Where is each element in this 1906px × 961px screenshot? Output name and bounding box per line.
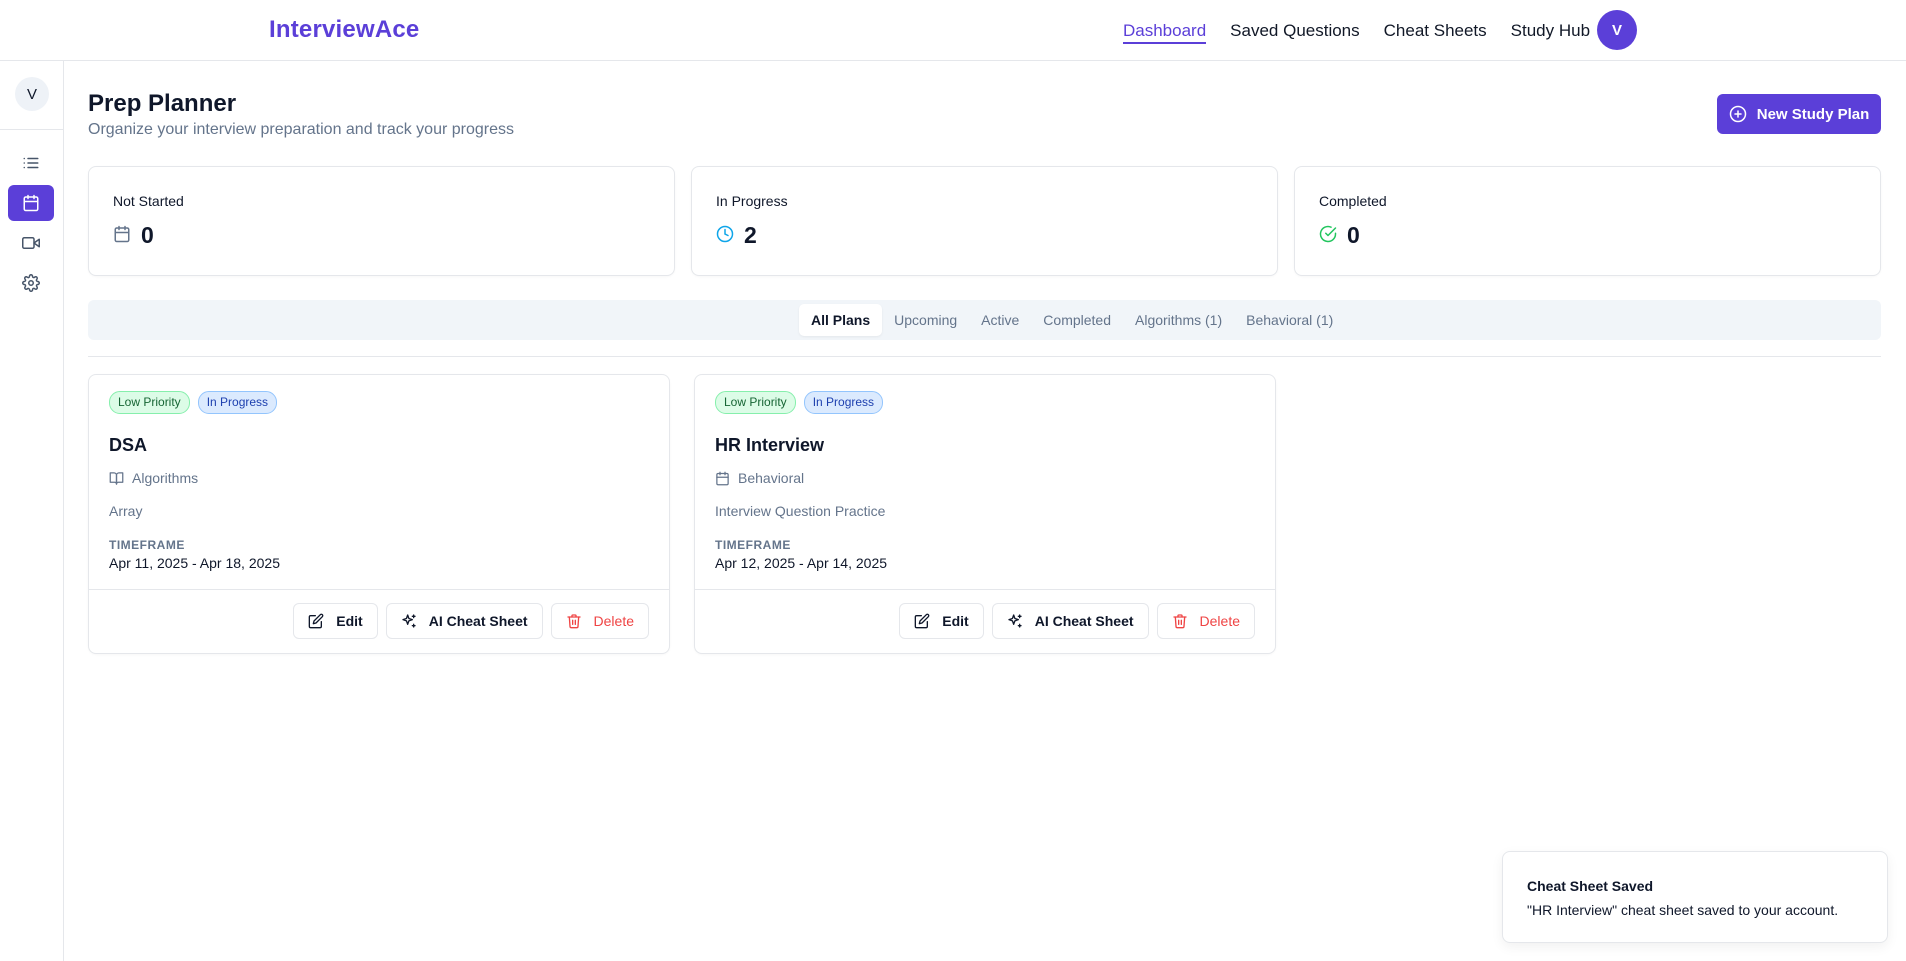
check-circle-icon <box>1319 225 1337 243</box>
card-divider <box>89 589 669 590</box>
plan-category: Behavioral <box>715 470 804 486</box>
sidebar-item-video[interactable] <box>8 225 54 261</box>
priority-badge: Low Priority <box>715 391 796 414</box>
page-subtitle: Organize your interview preparation and … <box>88 121 514 138</box>
delete-button[interactable]: Delete <box>550 603 649 639</box>
tab-active[interactable]: Active <box>969 304 1031 336</box>
status-badge: In Progress <box>803 391 884 414</box>
calendar-icon <box>114 225 130 243</box>
edit-icon <box>914 613 930 629</box>
plan-title: DSA <box>109 435 148 455</box>
ai-cheat-sheet-label: AI Cheat Sheet <box>428 613 528 629</box>
new-study-plan-label: New Study Plan <box>1756 105 1870 123</box>
edit-label: Edit <box>942 613 969 629</box>
plan-card-dsa: Low Priority In Progress DSA Algorithms … <box>88 374 670 654</box>
nav-link-study-hub[interactable]: Study Hub <box>1511 0 1590 61</box>
nav-link-dashboard[interactable]: Dashboard <box>1123 0 1207 61</box>
sidebar-avatar[interactable]: V <box>15 77 49 111</box>
tab-completed[interactable]: Completed <box>1031 304 1123 336</box>
stat-card-in-progress: In Progress 2 <box>691 166 1278 276</box>
edit-icon <box>308 613 324 629</box>
stat-value: 0 <box>141 222 154 248</box>
sidebar-item-planner[interactable] <box>8 185 54 221</box>
toast-notification[interactable]: Cheat Sheet Saved "HR Interview" cheat s… <box>1502 851 1888 943</box>
ai-cheat-sheet-button[interactable]: AI Cheat Sheet <box>385 603 543 639</box>
ai-cheat-sheet-button[interactable]: AI Cheat Sheet <box>991 603 1149 639</box>
stat-label: Not Started <box>113 193 184 209</box>
tabs-divider <box>88 356 1881 357</box>
calendar-icon <box>23 194 39 212</box>
delete-label: Delete <box>593 613 634 629</box>
trash-icon <box>566 614 581 629</box>
nav-link-saved-questions[interactable]: Saved Questions <box>1230 0 1359 61</box>
edit-button[interactable]: Edit <box>293 603 378 639</box>
tab-upcoming[interactable]: Upcoming <box>882 304 969 336</box>
tab-algorithms[interactable]: Algorithms (1) <box>1123 304 1234 336</box>
card-divider <box>695 589 1275 590</box>
tab-all-plans[interactable]: All Plans <box>799 304 883 336</box>
stat-card-not-started: Not Started 0 <box>88 166 675 276</box>
video-icon <box>22 237 40 249</box>
delete-button[interactable]: Delete <box>1156 603 1255 639</box>
delete-label: Delete <box>1199 613 1240 629</box>
nav-link-cheat-sheets[interactable]: Cheat Sheets <box>1384 0 1487 61</box>
plan-description: Array <box>109 503 143 519</box>
stat-label: Completed <box>1319 193 1387 209</box>
ai-cheat-sheet-label: AI Cheat Sheet <box>1034 613 1134 629</box>
user-avatar[interactable]: V <box>1597 10 1637 50</box>
timeframe-value: Apr 11, 2025 - Apr 18, 2025 <box>109 555 280 571</box>
stat-value: 0 <box>1347 222 1360 248</box>
edit-button[interactable]: Edit <box>899 603 984 639</box>
stat-value: 2 <box>744 222 757 248</box>
sidebar-item-list[interactable] <box>8 145 54 181</box>
main-nav: Dashboard Saved Questions Cheat Sheets S… <box>1123 0 1590 61</box>
trash-icon <box>1172 614 1187 629</box>
toast-message: "HR Interview" cheat sheet saved to your… <box>1527 902 1839 918</box>
top-navbar: InterviewAce Dashboard Saved Questions C… <box>0 0 1906 61</box>
stat-label: In Progress <box>716 193 788 209</box>
plan-category: Algorithms <box>109 470 198 486</box>
page-title: Prep Planner <box>88 90 237 117</box>
status-badge: In Progress <box>197 391 278 414</box>
tab-behavioral[interactable]: Behavioral (1) <box>1234 304 1345 336</box>
sidebar: V <box>0 61 64 961</box>
timeframe-label: TIMEFRAME <box>715 538 791 552</box>
sparkles-icon <box>402 614 416 628</box>
calendar-icon <box>716 471 729 485</box>
list-icon <box>23 157 39 169</box>
plan-description: Interview Question Practice <box>715 503 886 519</box>
sparkles-icon <box>1008 614 1022 628</box>
timeframe-value: Apr 12, 2025 - Apr 14, 2025 <box>715 555 888 571</box>
plan-category-label: Behavioral <box>738 470 805 486</box>
new-study-plan-button[interactable]: New Study Plan <box>1717 94 1881 134</box>
priority-badge: Low Priority <box>109 391 190 414</box>
timeframe-label: TIMEFRAME <box>109 538 185 552</box>
plan-card-hr-interview: Low Priority In Progress HR Interview Be… <box>694 374 1276 654</box>
brand-logo[interactable]: InterviewAce <box>269 16 419 44</box>
edit-label: Edit <box>336 613 363 629</box>
sidebar-divider <box>0 129 64 130</box>
plus-circle-icon <box>1729 105 1746 123</box>
gear-icon <box>22 274 40 292</box>
book-icon <box>109 471 124 485</box>
toast-title: Cheat Sheet Saved <box>1527 878 1654 894</box>
plan-category-label: Algorithms <box>132 470 199 486</box>
stat-card-completed: Completed 0 <box>1294 166 1881 276</box>
filter-tabs: All Plans Upcoming Active Completed Algo… <box>88 300 1881 340</box>
sidebar-item-settings[interactable] <box>8 265 54 301</box>
plan-title: HR Interview <box>715 435 825 455</box>
clock-icon <box>716 225 734 243</box>
